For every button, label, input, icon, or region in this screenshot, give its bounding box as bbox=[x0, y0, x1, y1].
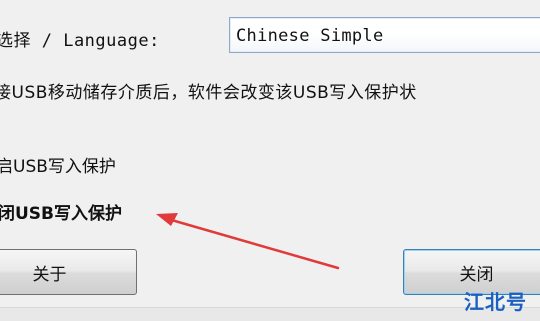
watermark-text: 江北号 bbox=[464, 290, 527, 314]
about-button-label: 关于 bbox=[32, 264, 67, 285]
enable-usb-write-protect-option[interactable]: 启USB写入保护 bbox=[0, 152, 116, 177]
language-select-value: Chinese Simple bbox=[236, 26, 384, 46]
language-select[interactable]: Chinese Simple bbox=[229, 17, 540, 53]
usb-description-text: 接USB移动储存介质后，软件会改变该USB写入保护状 bbox=[0, 83, 417, 103]
window-bottom-edge bbox=[0, 307, 540, 321]
close-button-label: 关闭 bbox=[459, 264, 494, 285]
disable-usb-write-protect-option[interactable]: 闭USB写入保护 bbox=[0, 199, 122, 224]
about-button[interactable]: 关于 bbox=[0, 249, 137, 295]
language-label: 选择 / Language: bbox=[0, 31, 160, 51]
